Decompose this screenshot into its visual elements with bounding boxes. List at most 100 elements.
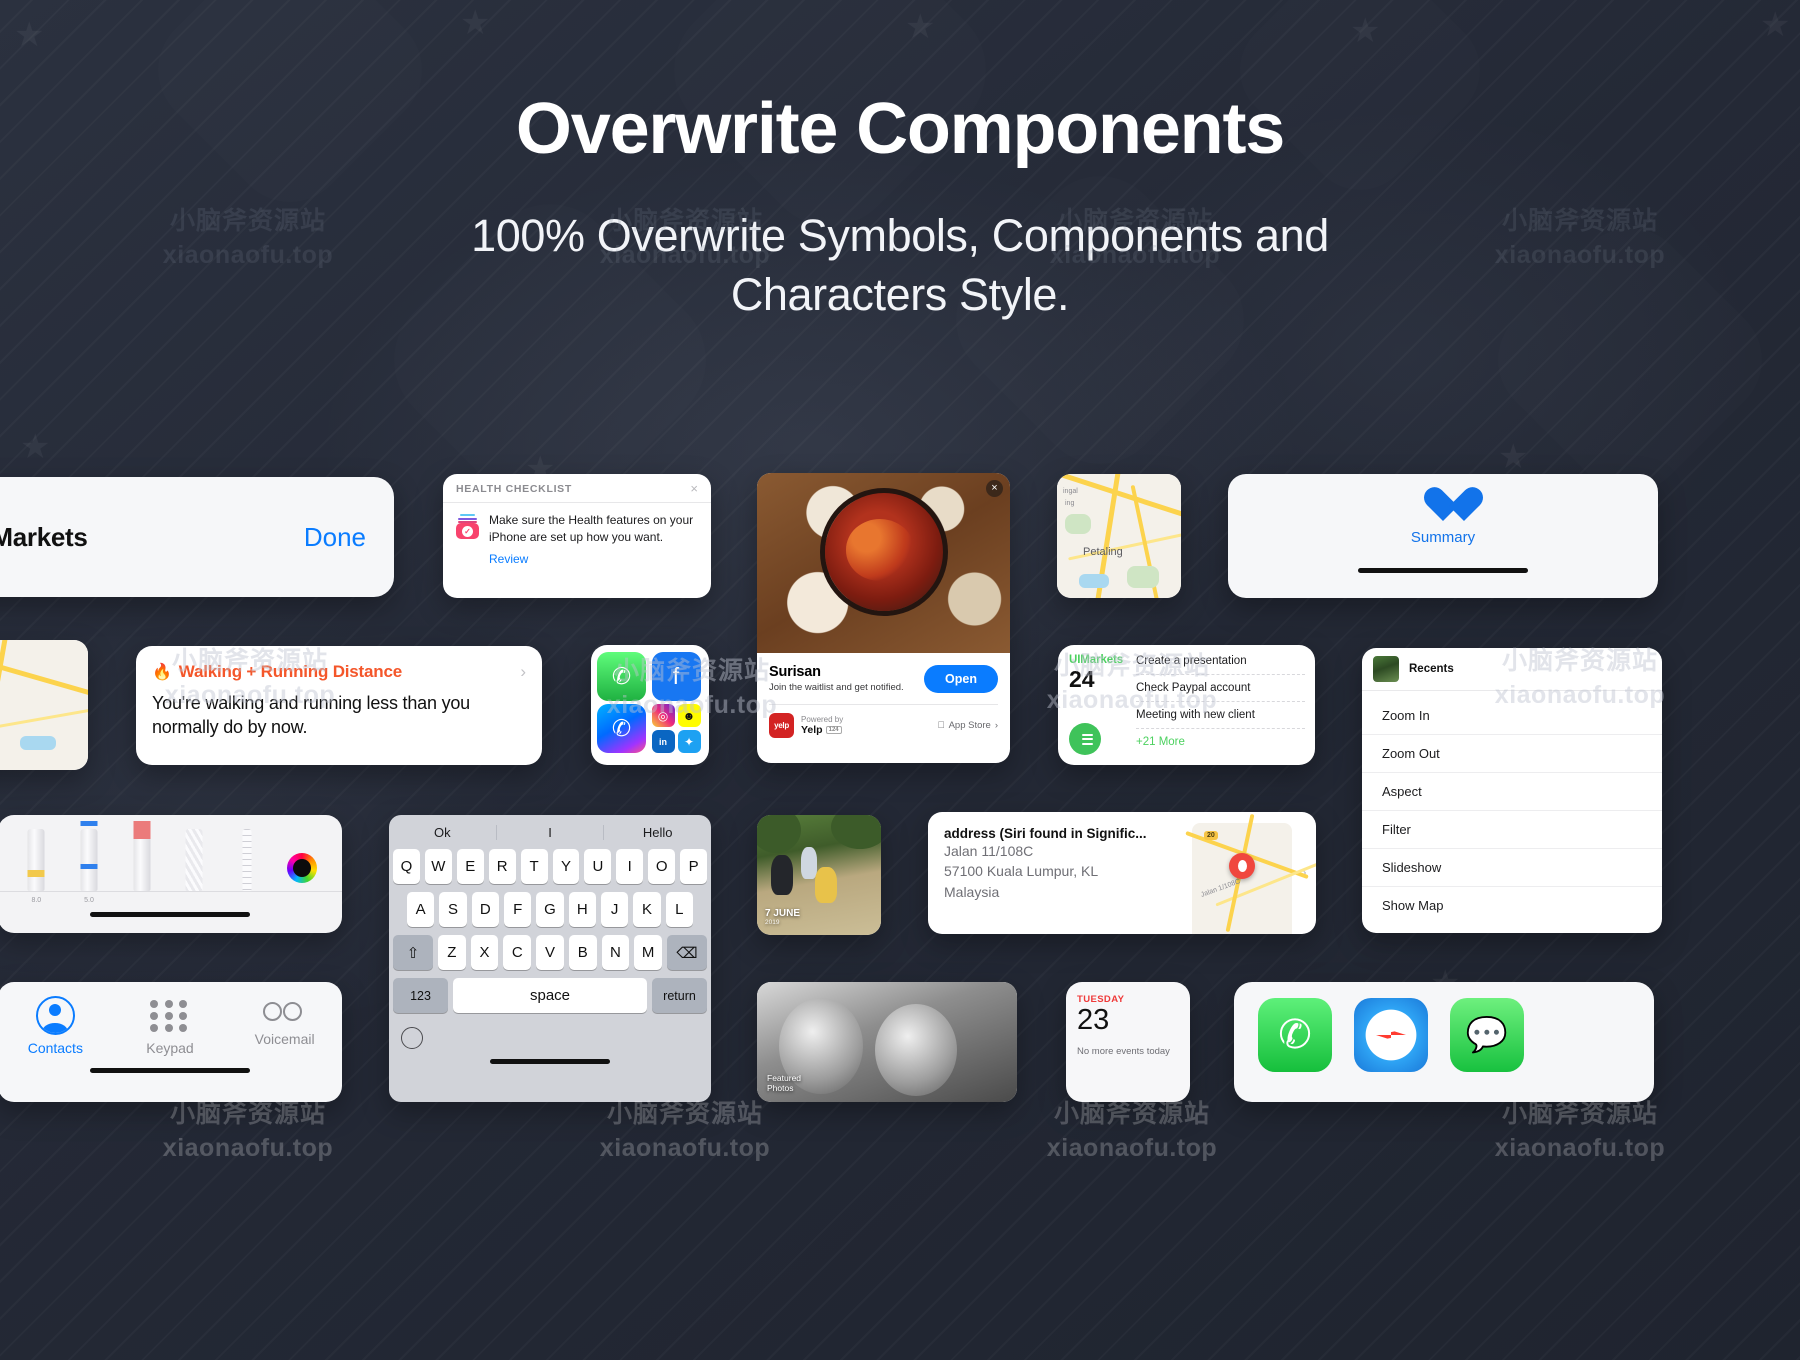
messenger-glyph: ✆ <box>611 715 632 741</box>
calendar-note: No more events today <box>1077 1045 1170 1057</box>
key-k[interactable]: K <box>633 892 661 927</box>
facebook-icon[interactable]: f <box>651 652 701 701</box>
key-b[interactable]: B <box>568 935 597 970</box>
contacts-icon <box>35 996 75 1035</box>
divider <box>0 891 342 892</box>
reminders-more-link[interactable]: +21 More <box>1136 736 1305 748</box>
map-pin-icon <box>1229 852 1255 879</box>
key-l[interactable]: L <box>665 892 693 927</box>
key-z[interactable]: Z <box>437 935 466 970</box>
walking-running-card[interactable]: 🔥 Walking + Running Distance › You're wa… <box>136 646 542 765</box>
key-w[interactable]: W <box>424 849 452 884</box>
linkedin-icon[interactable]: in <box>651 730 675 753</box>
phone-app-icon[interactable]: ✆ <box>1258 998 1332 1072</box>
pencil-tool[interactable] <box>181 821 207 891</box>
key-d[interactable]: D <box>471 892 499 927</box>
tab-contacts[interactable]: Contacts <box>11 996 99 1056</box>
backspace-key[interactable]: ⌫ <box>667 935 708 970</box>
safari-app-icon[interactable] <box>1354 998 1428 1072</box>
key-p[interactable]: P <box>680 849 708 884</box>
key-g[interactable]: G <box>536 892 564 927</box>
key-a[interactable]: A <box>407 892 435 927</box>
keyboard-row-3: ⇧ Z X C V B N M ⌫ <box>392 935 708 970</box>
summary-card: Summary <box>1228 474 1658 598</box>
app-store-label: App Store <box>948 720 991 731</box>
key-o[interactable]: O <box>648 849 676 884</box>
address-card[interactable]: address (Siri found in Signific... Jalan… <box>928 812 1316 934</box>
highlighter-tool[interactable]: 8.0 <box>23 821 49 904</box>
key-h[interactable]: H <box>568 892 596 927</box>
close-icon[interactable]: × <box>986 480 1003 497</box>
color-wheel-icon[interactable] <box>286 853 317 883</box>
menu-item-aspect[interactable]: Aspect <box>1362 773 1662 811</box>
key-r[interactable]: R <box>488 849 516 884</box>
page-subtitle: 100% Overwrite Symbols, Components and C… <box>471 209 1329 320</box>
restaurant-subtitle: Join the waitlist and get notified. <box>769 682 904 693</box>
key-y[interactable]: Y <box>552 849 580 884</box>
menu-item-slideshow[interactable]: Slideshow <box>1362 849 1662 887</box>
tab-keypad[interactable]: Keypad <box>126 996 214 1056</box>
key-n[interactable]: N <box>601 935 630 970</box>
key-x[interactable]: X <box>470 935 499 970</box>
tab-voicemail[interactable]: Voicemail <box>241 996 329 1056</box>
numbers-key[interactable]: 123 <box>393 978 448 1013</box>
key-j[interactable]: J <box>600 892 629 927</box>
reminders-list-icon <box>1069 723 1101 755</box>
messenger-icon[interactable]: ✆ <box>597 704 646 753</box>
reminder-item[interactable]: Check Paypal account <box>1136 682 1305 702</box>
done-button[interactable]: Done <box>304 522 366 553</box>
key-t[interactable]: T <box>520 849 548 884</box>
menu-item-zoom-out[interactable]: Zoom Out <box>1362 735 1662 773</box>
key-v[interactable]: V <box>536 935 564 970</box>
key-q[interactable]: Q <box>392 849 420 884</box>
return-key[interactable]: return <box>652 978 707 1013</box>
reminder-item[interactable]: Meeting with new client <box>1136 709 1305 729</box>
snapchat-icon[interactable]: ☻ <box>677 704 701 727</box>
prediction-i[interactable]: I <box>495 824 604 840</box>
whatsapp-icon[interactable]: ✆ <box>597 652 646 701</box>
menu-item-filter[interactable]: Filter <box>1362 811 1662 849</box>
instagram-glyph: ◎ <box>657 708 669 723</box>
key-f[interactable]: F <box>504 892 532 927</box>
map-thumbnail-card[interactable]: ingal ing Petaling <box>1057 474 1181 598</box>
marker-tool[interactable] <box>129 821 155 891</box>
menu-item-show-map[interactable]: Show Map <box>1362 887 1662 924</box>
shift-key[interactable]: ⇧ <box>392 935 433 970</box>
close-icon[interactable]: × <box>690 482 698 495</box>
prediction-ok[interactable]: Ok <box>389 825 496 840</box>
review-link[interactable]: Review <box>443 546 711 566</box>
photo-thumbnail-june[interactable]: 7 JUNE 2019 <box>757 815 881 935</box>
open-button[interactable]: Open <box>924 664 998 693</box>
calendar-widget-card[interactable]: TUESDAY 23 No more events today <box>1066 982 1190 1102</box>
markup-tools-card: 8.0 5.0 <box>0 815 342 933</box>
key-s[interactable]: S <box>439 892 467 927</box>
address-map[interactable]: 20 Jalan 1/108C <box>1185 812 1316 934</box>
flame-icon: 🔥 <box>152 664 172 681</box>
globe-icon[interactable] <box>401 1027 423 1049</box>
calendar-weekday: TUESDAY <box>1077 994 1125 1005</box>
food-photo: × <box>757 473 1010 653</box>
ruler-tool[interactable] <box>234 821 260 891</box>
key-i[interactable]: I <box>616 849 644 884</box>
menu-item-zoom-in[interactable]: Zoom In <box>1362 697 1662 735</box>
heart-icon <box>1423 488 1463 524</box>
reminder-item[interactable]: Create a presentation <box>1136 655 1305 675</box>
prediction-hello[interactable]: Hello <box>603 824 711 840</box>
instagram-icon[interactable]: ◎ <box>651 704 675 727</box>
tool-size-label: 8.0 <box>31 897 42 904</box>
health-checklist-header: HEALTH CHECKLIST <box>456 482 572 495</box>
key-u[interactable]: U <box>584 849 612 884</box>
address-line-2: 57100 Kuala Lumpur, KL <box>944 863 1099 880</box>
pen-tool[interactable]: 5.0 <box>76 821 102 904</box>
map-thumbnail-card-left[interactable]: etaling <box>0 640 88 770</box>
map-sublabel-2: ing <box>1065 500 1075 507</box>
messages-app-icon[interactable]: 💬 <box>1450 998 1524 1072</box>
key-c[interactable]: C <box>503 935 532 970</box>
key-m[interactable]: M <box>634 935 663 970</box>
space-key[interactable]: space <box>453 978 647 1013</box>
app-store-link[interactable]:  App Store › <box>937 720 998 731</box>
key-e[interactable]: E <box>456 849 484 884</box>
twitter-icon[interactable]: ✦ <box>677 730 701 753</box>
featured-photos-card[interactable]: Featured Photos <box>757 982 1017 1102</box>
tab-bar-card: Contacts Keypad Voicemail <box>0 982 342 1102</box>
